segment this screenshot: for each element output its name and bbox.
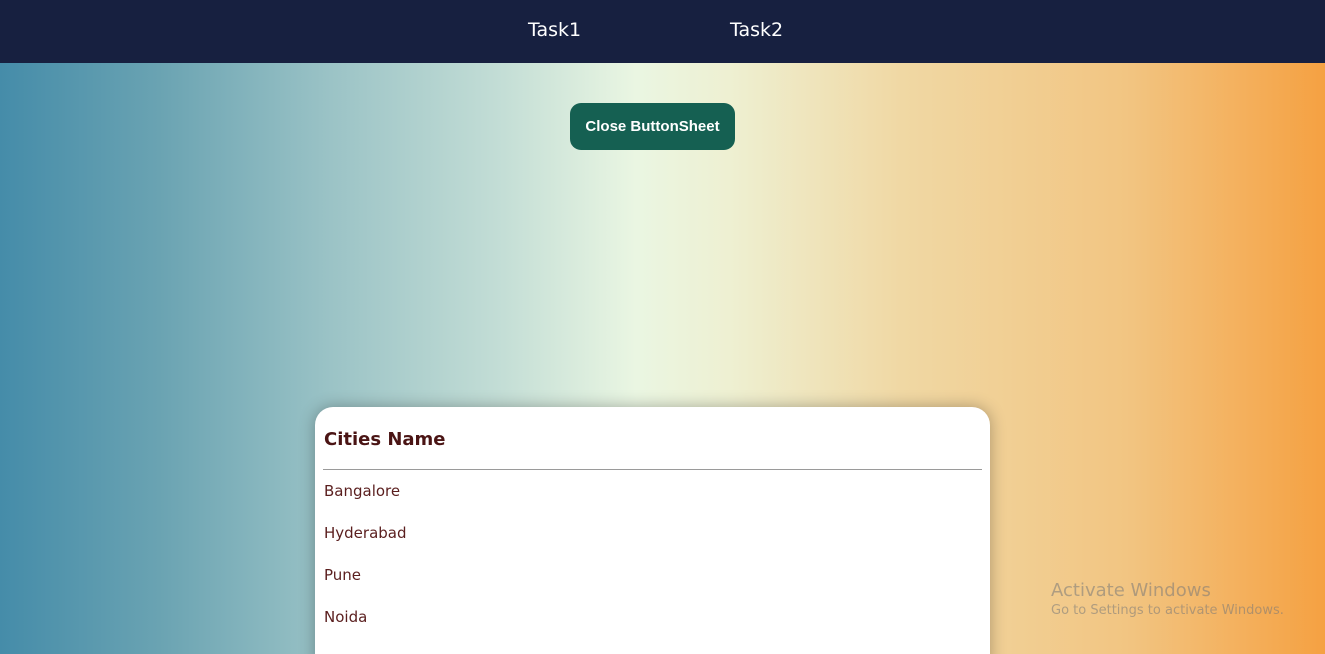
watermark-subtitle: Go to Settings to activate Windows.: [1051, 603, 1284, 618]
sheet-title: Cities Name: [324, 429, 446, 450]
nav-link-task1[interactable]: Task1: [528, 19, 581, 41]
city-item-noida[interactable]: Noida: [324, 607, 407, 649]
watermark-title: Activate Windows: [1051, 580, 1211, 601]
activate-windows-watermark: Activate Windows Go to Settings to activ…: [1051, 580, 1284, 618]
city-item-pune[interactable]: Pune: [324, 565, 407, 607]
sheet-divider: [323, 469, 982, 470]
bottom-sheet: Cities Name Bangalore Hyderabad Pune Noi…: [315, 407, 990, 654]
city-list: Bangalore Hyderabad Pune Noida: [324, 481, 407, 649]
city-item-hyderabad[interactable]: Hyderabad: [324, 523, 407, 565]
city-item-bangalore[interactable]: Bangalore: [324, 481, 407, 523]
nav-link-task2[interactable]: Task2: [730, 19, 783, 41]
close-buttonsheet-button[interactable]: Close ButtonSheet: [570, 103, 735, 150]
top-navbar: Task1 Task2: [0, 0, 1325, 63]
